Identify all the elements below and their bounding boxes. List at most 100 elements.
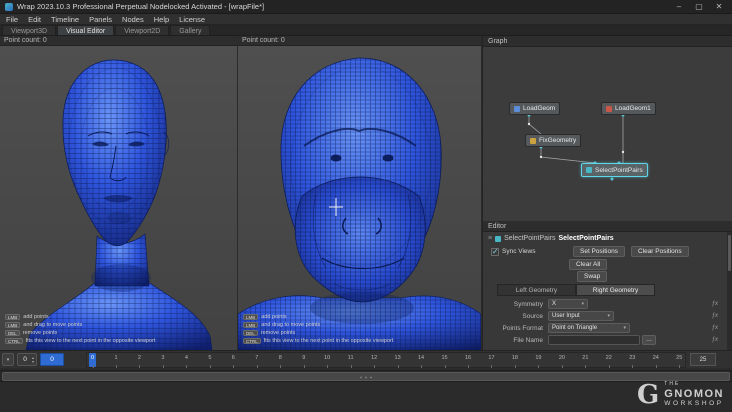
fx-expression-icon[interactable]: ƒx: [712, 337, 718, 343]
hint-text: fits this view to the next point in the …: [25, 338, 156, 344]
timeline-tick: 7: [253, 353, 260, 368]
menu-item-nodes[interactable]: Nodes: [122, 15, 144, 24]
menu-item-edit[interactable]: Edit: [28, 15, 41, 24]
timeline-tick: 24: [652, 353, 659, 368]
editor-row-positions: ✓ Sync Views Set Positions Clear Positio…: [483, 245, 727, 258]
browse-button[interactable]: …: [642, 335, 656, 345]
menu-item-timeline[interactable]: Timeline: [51, 15, 79, 24]
timeline-scrollbar-handle[interactable]: [2, 372, 730, 381]
maximize-button[interactable]: ▢: [691, 2, 707, 11]
node-graph-canvas[interactable]: LoadGeom LoadGeom1 FixGeometry SelectPoi…: [483, 47, 732, 221]
clear-positions-button[interactable]: Clear Positions: [630, 246, 689, 257]
minimize-button[interactable]: –: [671, 2, 687, 11]
chevron-down-icon: ▾: [6, 356, 10, 363]
menu-item-license[interactable]: License: [179, 15, 205, 24]
gorilla-head-mesh: [238, 57, 481, 350]
editor-row-swap: Swap: [483, 270, 727, 282]
chevron-down-icon: ▾: [607, 313, 610, 319]
tab-visual-editor[interactable]: Visual Editor: [57, 25, 115, 35]
node-fixgeometry[interactable]: FixGeometry: [525, 134, 582, 147]
sync-views-group[interactable]: ✓ Sync Views: [491, 247, 567, 256]
file-name-input[interactable]: [548, 335, 640, 345]
select-value: User Input: [552, 313, 580, 319]
node-loadgeom[interactable]: LoadGeom: [509, 102, 561, 115]
timeline-options-button[interactable]: ▾: [2, 353, 14, 366]
fx-expression-icon[interactable]: ƒx: [712, 313, 718, 319]
chevron-down-icon: ▾: [623, 325, 626, 331]
node-label: LoadGeom: [523, 105, 556, 112]
close-button[interactable]: ✕: [711, 2, 727, 11]
frame-spin-value: 0: [23, 356, 27, 363]
sync-views-checkbox[interactable]: ✓: [491, 247, 499, 256]
source-select[interactable]: User Input ▾: [548, 311, 614, 321]
point-count-label: Point count: 0: [4, 37, 47, 44]
timeline-tick: 4: [183, 353, 190, 368]
tab-viewport2d[interactable]: Viewport2D: [115, 25, 170, 35]
clear-all-button[interactable]: Clear All: [569, 258, 608, 270]
node-loadgeom1[interactable]: LoadGeom1: [601, 102, 656, 115]
tab-left-geometry[interactable]: Left Geometry: [497, 284, 576, 296]
timeline-tick: 8: [277, 353, 284, 368]
viewport-left-header: Point count: 0: [0, 36, 237, 46]
spin-arrows[interactable]: ▴ ▾: [32, 356, 34, 363]
timeline-bar: ▾ 0 ▴ ▾ 0 0 1 2 3 4 5 6 7 8 9 10 11 12 1…: [0, 350, 732, 368]
logo-line-workshop: WORKSHOP: [664, 399, 724, 407]
viewport-hints: LMB add points LMB and drag to move poin…: [5, 314, 155, 344]
gnomon-g-icon: G: [637, 379, 660, 410]
select-value: X: [552, 301, 557, 307]
hint-row: LMB add points: [243, 314, 393, 320]
hint-row: LMB and drag to move points: [243, 322, 393, 328]
key-badge: DEL: [5, 330, 20, 336]
key-badge: DEL: [243, 330, 258, 336]
field-label: Points Format: [502, 324, 543, 332]
tab-right-geometry[interactable]: Right Geometry: [576, 284, 655, 296]
timeline-zoom-scrollbar[interactable]: [0, 370, 732, 382]
frame-spinbox[interactable]: 0 ▴ ▾: [17, 353, 38, 366]
end-frame-field[interactable]: 25: [690, 353, 716, 366]
menu-item-file[interactable]: File: [6, 15, 18, 24]
symmetry-select[interactable]: X ▾: [548, 299, 588, 309]
mouse-key-badge: LMB: [243, 314, 259, 320]
tab-viewport3d[interactable]: Viewport3D: [2, 25, 57, 35]
timeline-tick: 14: [418, 353, 425, 368]
wrap-application-window: Wrap 2023.10.3 Professional Perpetual No…: [0, 0, 732, 412]
selectpointpairs-node-icon: [495, 235, 502, 242]
menu-bar: File Edit Timeline Panels Nodes Help Lic…: [0, 14, 732, 25]
graph-panel-title: Graph: [488, 37, 508, 45]
node-label: SelectPointPairs: [595, 166, 643, 174]
swap-button[interactable]: Swap: [577, 270, 608, 282]
viewport-3d-left[interactable]: LMB add points LMB and drag to move poin…: [0, 46, 237, 350]
field-points-format: Points Format Point on Triangle ▾ ƒx: [483, 322, 727, 334]
menu-item-panels[interactable]: Panels: [89, 15, 112, 24]
spin-down-icon[interactable]: ▾: [32, 359, 34, 364]
editor-scrollbar[interactable]: [727, 232, 732, 350]
timeline-tick: 19: [535, 353, 542, 368]
set-positions-button[interactable]: Set Positions: [573, 246, 625, 257]
timeline-tick: 2: [136, 353, 143, 368]
viewport-hints: LMB add points LMB and drag to move poin…: [243, 314, 393, 344]
fx-expression-icon[interactable]: ƒx: [712, 301, 718, 307]
node-name-label: SelectPointPairs: [558, 235, 614, 242]
graph-panel-header: Graph: [483, 36, 732, 47]
node-selectpointpairs[interactable]: SelectPointPairs: [581, 163, 648, 177]
timeline-tick: 9: [300, 353, 307, 368]
hint-text: fits this view to the next point in the …: [263, 338, 394, 344]
field-source: Source User Input ▾ ƒx: [483, 310, 727, 322]
points-format-select[interactable]: Point on Triangle ▾: [548, 323, 630, 333]
key-badge: CTRL: [243, 338, 261, 344]
timeline-ruler[interactable]: 0 1 2 3 4 5 6 7 8 9 10 11 12 13 14 15 16…: [86, 352, 686, 368]
field-label: Source: [522, 312, 543, 320]
female-head-mesh: [25, 59, 213, 350]
mouse-key-badge: LMB: [5, 322, 21, 328]
fx-expression-icon[interactable]: ƒx: [712, 325, 718, 331]
menu-item-help[interactable]: Help: [154, 15, 169, 24]
timeline-tick: 18: [511, 353, 518, 368]
editor-scrollbar-handle[interactable]: [728, 235, 731, 271]
viewport-3d-right[interactable]: LMB add points LMB and drag to move poin…: [238, 46, 481, 350]
hint-row: LMB and drag to move points: [5, 322, 155, 328]
hint-row: LMB add points: [5, 314, 155, 320]
tab-gallery[interactable]: Gallery: [170, 25, 211, 35]
viewport-left: Point count: 0 LMB add points LMB and dr…: [0, 36, 237, 350]
timeline-tick: 5: [206, 353, 213, 368]
node-graph-edges: [527, 104, 656, 181]
